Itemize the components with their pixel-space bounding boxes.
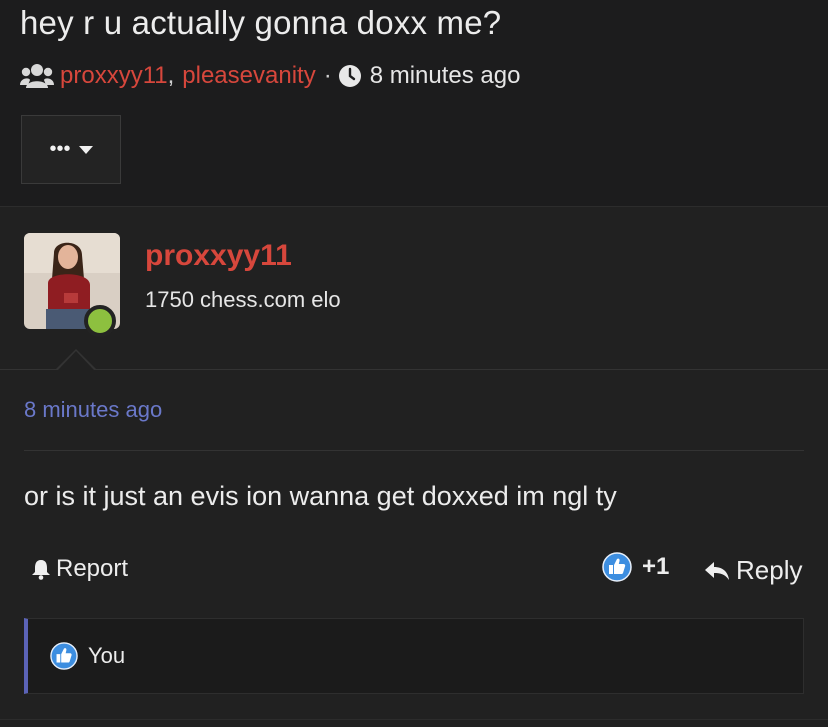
clock-icon — [338, 65, 361, 87]
post: proxxyy11 1750 chess.com elo 8 minutes a… — [0, 206, 828, 727]
like-button[interactable]: +1 — [602, 552, 669, 582]
thread-time[interactable]: 8 minutes ago — [370, 62, 521, 90]
post-timestamp[interactable]: 8 minutes ago — [24, 397, 162, 423]
online-status-indicator — [84, 305, 116, 337]
participant-link-2[interactable]: pleasevanity — [182, 62, 315, 90]
reply-label: Reply — [736, 555, 803, 585]
user-title: 1750 chess.com elo — [145, 287, 341, 312]
post-bottom-divider — [0, 719, 828, 720]
post-username[interactable]: proxxyy11 — [145, 239, 292, 273]
more-options-button[interactable]: ••• — [21, 115, 121, 184]
thread-meta: proxxyy11 , pleasevanity · 8 minutes ago — [20, 62, 520, 90]
reply-button[interactable]: Reply — [704, 555, 802, 586]
participant-link-1[interactable]: proxxyy11 — [60, 62, 168, 90]
likes-summary: You — [24, 618, 804, 694]
more-options-label: ••• — [49, 138, 71, 160]
like-count: +1 — [642, 553, 670, 580]
thread-title: hey r u actually gonna doxx me? — [20, 4, 502, 41]
bell-icon — [32, 560, 50, 580]
chevron-down-icon — [78, 145, 93, 154]
thumbs-up-icon — [602, 552, 632, 582]
body-divider — [24, 450, 804, 451]
report-label: Report — [56, 555, 129, 582]
report-button[interactable]: Report — [30, 555, 128, 583]
participants-separator: , — [167, 62, 175, 89]
header-divider — [0, 369, 828, 370]
thumbs-up-icon — [50, 642, 78, 670]
reply-icon — [705, 561, 729, 580]
liked-by-you[interactable]: You — [88, 643, 125, 669]
avatar-wrapper[interactable] — [24, 233, 120, 337]
meta-dot-separator: · — [323, 62, 332, 89]
users-icon — [20, 64, 54, 88]
post-message: or is it just an evis ion wanna get doxx… — [24, 481, 617, 511]
